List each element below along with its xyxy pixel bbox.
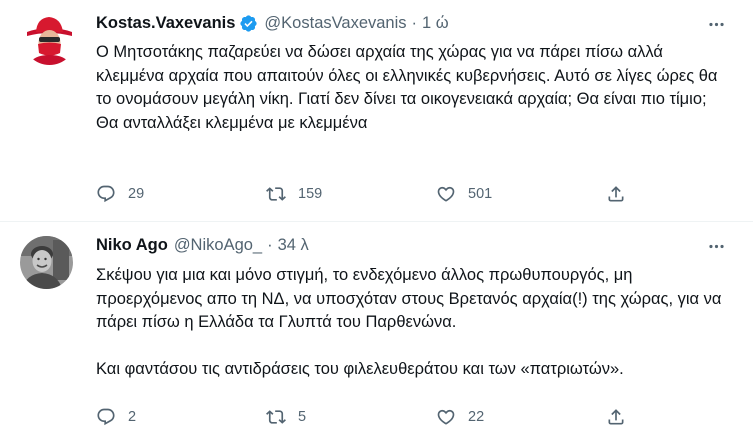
like-count: 22 xyxy=(468,409,485,425)
share-icon xyxy=(608,186,624,202)
tweet-text: Ο Μητσοτάκης παζαρεύει να δώσει αρχαία τ… xyxy=(96,43,723,132)
verified-badge-icon xyxy=(239,14,258,33)
avatar[interactable] xyxy=(20,236,73,289)
separator-dot: · xyxy=(267,236,273,254)
retweet-count: 5 xyxy=(298,409,307,425)
reply-count: 2 xyxy=(128,409,137,425)
retweet-button[interactable]: 5 xyxy=(266,407,376,427)
timestamp[interactable]: 1 ώ xyxy=(422,14,449,33)
like-icon xyxy=(437,186,455,202)
reply-count: 29 xyxy=(128,186,145,202)
tweet-text: Σκέψου για μια και μόνο στιγμή, το ενδεχ… xyxy=(96,266,722,378)
tweet[interactable]: Niko Ago @NikoAgo_ · 34 λ Σκέψου για μια… xyxy=(0,222,753,442)
reply-icon xyxy=(97,185,115,203)
reply-button[interactable]: 29 xyxy=(96,184,206,204)
more-options-icon[interactable] xyxy=(699,12,733,36)
share-icon xyxy=(608,409,624,425)
reply-button[interactable]: 2 xyxy=(96,407,206,427)
author-handle[interactable]: @NikoAgo_ xyxy=(174,236,262,255)
retweet-count: 159 xyxy=(298,186,323,202)
like-icon xyxy=(437,409,455,425)
author-name[interactable]: Niko Ago xyxy=(96,236,168,255)
author-name[interactable]: Kostas.Vaxevanis xyxy=(96,14,235,33)
separator-dot: · xyxy=(411,14,418,32)
retweet-button[interactable]: 159 xyxy=(266,184,376,204)
like-button[interactable]: 22 xyxy=(436,407,546,427)
tweet[interactable]: Kostas.Vaxevanis @KostasVaxevanis · 1 ώ … xyxy=(0,0,753,222)
share-button[interactable] xyxy=(606,407,636,427)
reply-icon xyxy=(97,408,115,426)
retweet-icon xyxy=(266,410,286,424)
like-button[interactable]: 501 xyxy=(436,184,546,204)
timestamp[interactable]: 34 λ xyxy=(278,236,309,255)
avatar[interactable] xyxy=(23,12,76,65)
more-options-icon[interactable] xyxy=(699,234,733,258)
share-button[interactable] xyxy=(606,184,636,204)
author-handle[interactable]: @KostasVaxevanis xyxy=(264,14,406,33)
tweet-actions: 2 5 22 xyxy=(96,405,636,429)
like-count: 501 xyxy=(468,186,493,202)
tweet-actions: 29 159 501 xyxy=(96,182,636,206)
retweet-icon xyxy=(266,187,286,201)
